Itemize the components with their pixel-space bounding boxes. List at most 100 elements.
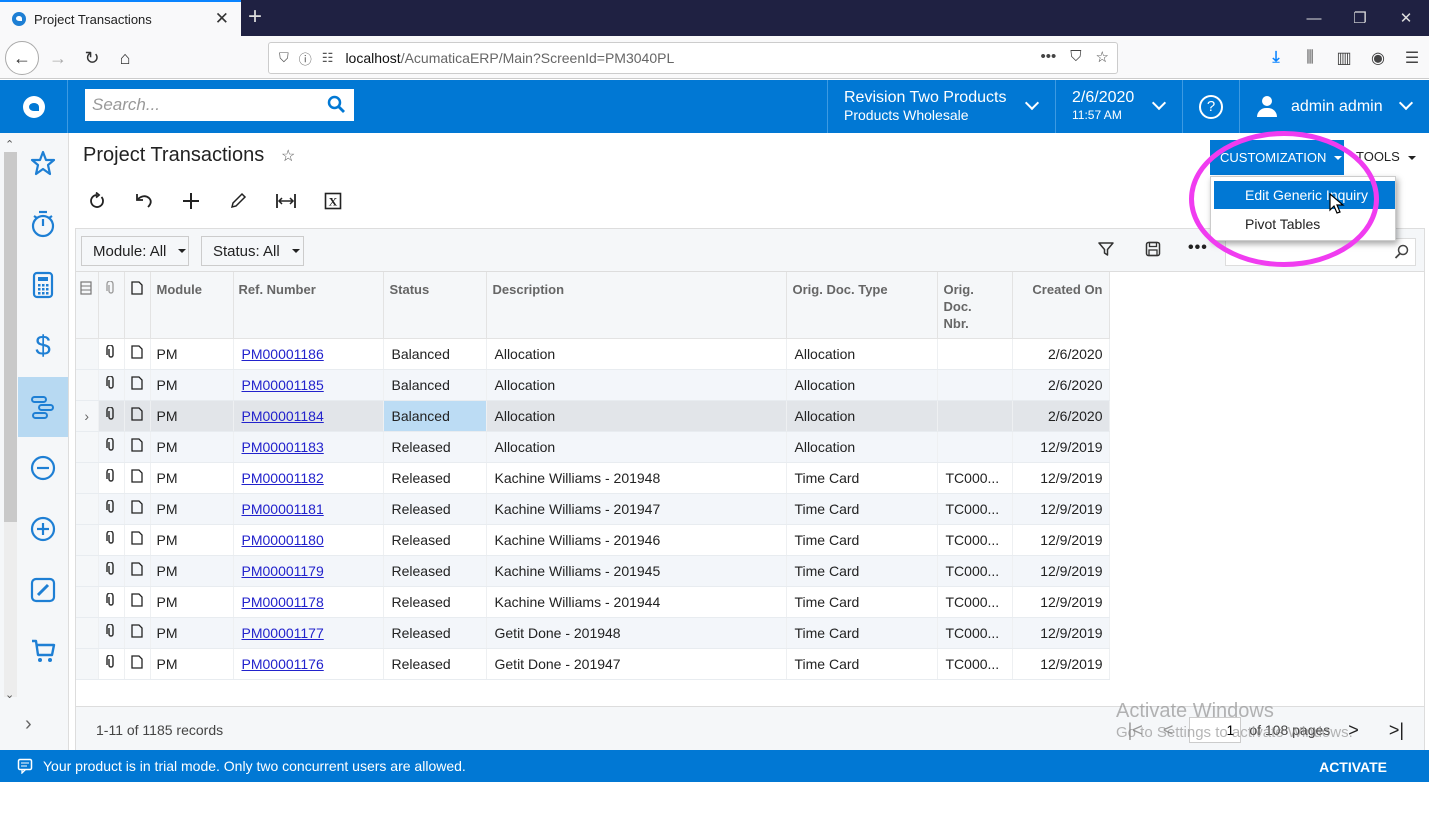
- user-menu[interactable]: admin admin: [1239, 80, 1429, 133]
- note-cell[interactable]: [124, 431, 151, 463]
- table-row[interactable]: PM PM00001178 Released Kachine Williams - 2…: [76, 586, 1110, 618]
- info-icon[interactable]: ⓘ: [299, 49, 312, 68]
- last-page-icon[interactable]: >|: [1389, 720, 1404, 741]
- attachment-cell[interactable]: [98, 493, 125, 525]
- minimize-window-button[interactable]: —: [1291, 0, 1337, 36]
- table-row[interactable]: PM PM00001176 Released Getit Done - 201947 T…: [76, 648, 1110, 680]
- table-row[interactable]: PM PM00001186 Balanced Allocation Allocation…: [76, 338, 1110, 370]
- note-cell[interactable]: [124, 617, 151, 649]
- browser-tab[interactable]: Project Transactions ✕: [0, 0, 241, 36]
- restore-window-button[interactable]: ❐: [1337, 0, 1383, 36]
- ref-number-link[interactable]: PM00001176: [242, 656, 324, 672]
- permissions-icon[interactable]: ☷: [322, 50, 334, 66]
- table-row[interactable]: PM PM00001177 Released Getit Done - 201948 T…: [76, 617, 1110, 649]
- sidebar-item-payables[interactable]: [18, 438, 68, 498]
- row-selector[interactable]: [76, 524, 99, 556]
- address-bar[interactable]: ⛉ ⓘ ☷ localhost/AcumaticaERP/Main?Screen…: [268, 42, 1118, 74]
- ref-number-link[interactable]: PM00001177: [242, 625, 324, 641]
- note-cell[interactable]: [124, 462, 151, 494]
- note-cell[interactable]: [124, 648, 151, 680]
- row-selector[interactable]: [76, 586, 99, 618]
- ref-number-link[interactable]: PM00001185: [242, 377, 324, 393]
- pocket-icon[interactable]: ⛉: [1070, 48, 1081, 66]
- customization-menu-button[interactable]: CUSTOMIZATION: [1210, 140, 1344, 175]
- download-icon[interactable]: ⤓: [1259, 49, 1293, 67]
- sidebar-item-finance[interactable]: [18, 255, 68, 315]
- fit-columns-button[interactable]: [273, 189, 299, 213]
- row-selector[interactable]: [76, 648, 99, 680]
- acumatica-logo[interactable]: [0, 80, 68, 133]
- row-selector[interactable]: ›: [76, 400, 99, 432]
- ref-number-link[interactable]: PM00001180: [242, 532, 324, 548]
- ref-number-link[interactable]: PM00001178: [242, 594, 324, 610]
- close-window-button[interactable]: ✕: [1383, 0, 1429, 36]
- attachment-cell[interactable]: [98, 586, 125, 618]
- attachment-cell[interactable]: [98, 369, 125, 401]
- search-input[interactable]: [85, 95, 315, 115]
- attachment-cell[interactable]: [98, 462, 125, 494]
- sidebar-item-sales-orders[interactable]: [18, 560, 68, 620]
- table-row[interactable]: PM PM00001181 Released Kachine Williams - 2…: [76, 493, 1110, 525]
- table-row[interactable]: PM PM00001180 Released Kachine Williams - 2…: [76, 524, 1110, 556]
- column-header-orig-doc-nbr[interactable]: Orig. Doc. Nbr.: [937, 272, 1013, 339]
- table-row[interactable]: PM PM00001179 Released Kachine Williams - 2…: [76, 555, 1110, 587]
- help-button[interactable]: ?: [1182, 80, 1239, 133]
- attachments-header[interactable]: [98, 272, 125, 339]
- page-number-input[interactable]: [1189, 717, 1242, 743]
- attachment-cell[interactable]: [98, 648, 125, 680]
- column-header-status[interactable]: Status: [383, 272, 487, 339]
- menu-icon[interactable]: ☰: [1395, 48, 1429, 68]
- menu-item-edit-generic-inquiry[interactable]: Edit Generic Inquiry: [1214, 181, 1395, 209]
- note-cell[interactable]: [124, 524, 151, 556]
- scroll-up-icon[interactable]: ⌃: [5, 138, 14, 151]
- row-selector[interactable]: [76, 431, 99, 463]
- sidebar-item-projects[interactable]: [18, 377, 68, 437]
- company-selector[interactable]: Revision Two Products Products Wholesale: [827, 80, 1055, 133]
- edit-button[interactable]: [225, 189, 251, 213]
- forward-button[interactable]: →: [42, 42, 74, 74]
- first-page-icon[interactable]: |<: [1128, 720, 1143, 741]
- note-cell[interactable]: [124, 400, 151, 432]
- favorite-star-icon[interactable]: ☆: [281, 146, 295, 166]
- business-date-selector[interactable]: 2/6/2020 11:57 AM: [1055, 80, 1182, 133]
- save-icon[interactable]: [1145, 241, 1161, 257]
- note-cell[interactable]: [124, 586, 151, 618]
- attachment-cell[interactable]: [98, 555, 125, 587]
- row-selector[interactable]: [76, 493, 99, 525]
- sidebar-item-purchases[interactable]: [18, 621, 68, 681]
- undo-button[interactable]: [131, 189, 157, 213]
- attachment-cell[interactable]: [98, 338, 125, 370]
- grid-search-input[interactable]: [1225, 238, 1416, 266]
- row-selector[interactable]: [76, 338, 99, 370]
- refresh-button[interactable]: [84, 189, 110, 213]
- attachment-cell[interactable]: [98, 617, 125, 649]
- row-selector[interactable]: [76, 555, 99, 587]
- sidebar-item-time[interactable]: [18, 194, 68, 254]
- column-header-orig-doc-type[interactable]: Orig. Doc. Type: [786, 272, 938, 339]
- column-header-ref-number[interactable]: Ref. Number: [233, 272, 384, 339]
- table-row[interactable]: PM PM00001185 Balanced Allocation Allocation…: [76, 369, 1110, 401]
- scroll-down-icon[interactable]: ⌄: [5, 688, 14, 701]
- tools-menu-button[interactable]: TOOLS: [1356, 149, 1416, 164]
- search-icon[interactable]: [327, 95, 346, 114]
- row-selector-header[interactable]: [76, 272, 99, 339]
- export-excel-button[interactable]: X: [320, 189, 346, 213]
- activate-button[interactable]: ACTIVATE: [1319, 759, 1387, 775]
- back-button[interactable]: ←: [5, 41, 39, 75]
- new-tab-button[interactable]: +: [248, 3, 262, 31]
- account-icon[interactable]: ◉: [1361, 48, 1395, 68]
- scrollbar-thumb[interactable]: [4, 152, 17, 522]
- close-tab-icon[interactable]: ✕: [215, 9, 229, 29]
- sidebar-toggle-icon[interactable]: ▥: [1327, 48, 1361, 68]
- row-selector[interactable]: [76, 462, 99, 494]
- table-row[interactable]: PM PM00001182 Released Kachine Williams - 2…: [76, 462, 1110, 494]
- ref-number-link[interactable]: PM00001182: [242, 470, 324, 486]
- ref-number-link[interactable]: PM00001179: [242, 563, 324, 579]
- sidebar-item-favorites[interactable]: [18, 133, 68, 193]
- more-actions-icon[interactable]: •••: [1188, 239, 1208, 257]
- shield-icon[interactable]: ⛉: [279, 50, 289, 66]
- library-icon[interactable]: ⫼: [1293, 49, 1327, 67]
- search-icon[interactable]: [1394, 244, 1409, 259]
- reload-button[interactable]: ↻: [76, 42, 108, 74]
- row-selector[interactable]: [76, 617, 99, 649]
